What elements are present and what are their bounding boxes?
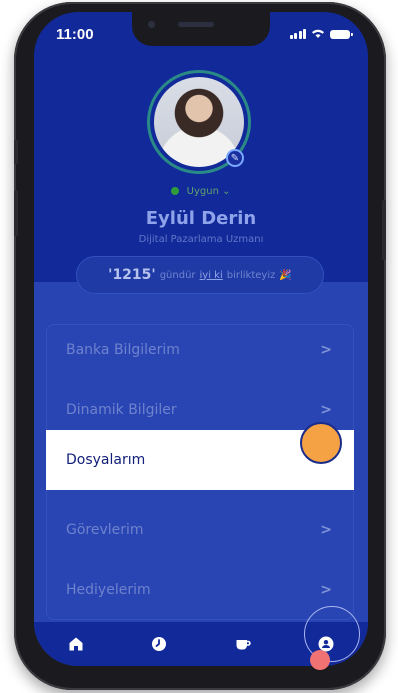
clock-icon bbox=[152, 637, 167, 651]
side-button-power bbox=[382, 200, 386, 260]
status-icons bbox=[289, 28, 353, 39]
side-button-volume bbox=[14, 190, 18, 236]
menu-item-label: Banka Bilgilerim bbox=[66, 342, 180, 358]
menu-item-label: Hediyelerim bbox=[66, 582, 151, 598]
touch-indicator bbox=[300, 422, 342, 464]
status-time: 11:00 bbox=[56, 26, 94, 43]
days-together-banner: '1215' gündür iyi ki birlikteyiz 🎉 bbox=[76, 256, 324, 294]
chevron-right-icon: > bbox=[320, 522, 332, 538]
chevron-right-icon: > bbox=[320, 402, 332, 418]
avatar-ring[interactable]: ✎ bbox=[147, 70, 251, 174]
camera-icon bbox=[148, 21, 155, 28]
speaker-icon bbox=[178, 22, 214, 27]
party-icon: 🎉 bbox=[279, 269, 292, 281]
menu-item-banka-bilgilerim[interactable]: Banka Bilgilerim > bbox=[46, 320, 354, 380]
wifi-icon bbox=[312, 29, 324, 38]
menu-item-hediyelerim[interactable]: Hediyelerim > bbox=[46, 560, 354, 620]
chevron-down-icon: ⌄ bbox=[222, 186, 231, 197]
availability-status[interactable]: Uygun ⌄ bbox=[34, 186, 368, 197]
home-icon bbox=[69, 637, 83, 651]
coffee-icon bbox=[236, 640, 251, 650]
days-link[interactable]: iyi ki bbox=[200, 270, 223, 281]
touch-indicator-secondary bbox=[310, 650, 330, 670]
signal-icon bbox=[289, 29, 306, 39]
menu-item-gorevlerim[interactable]: Görevlerim > bbox=[46, 500, 354, 560]
profile-name: Eylül Derin bbox=[145, 208, 257, 229]
days-text-before: gündür bbox=[159, 269, 196, 281]
days-text-after: birlikteyiz bbox=[226, 269, 276, 281]
nav-clock-button[interactable] bbox=[139, 624, 179, 664]
edit-avatar-icon[interactable]: ✎ bbox=[226, 149, 244, 167]
days-number: '1215' bbox=[108, 267, 156, 283]
status-dot-icon bbox=[171, 187, 180, 195]
screen: 11:00 ✎ Uygun ⌄ Eylül Derin Dijital Paza… bbox=[34, 12, 368, 666]
profile-title: Dijital Pazarlama Uzmanı bbox=[138, 234, 264, 245]
nav-coffee-button[interactable] bbox=[223, 624, 263, 664]
menu-item-label: Dosyalarım bbox=[66, 452, 146, 468]
chevron-right-icon: > bbox=[320, 342, 332, 358]
chevron-right-icon: > bbox=[320, 582, 332, 598]
menu-item-label: Görevlerim bbox=[66, 522, 144, 538]
nav-home-button[interactable] bbox=[56, 624, 96, 664]
notch bbox=[132, 12, 270, 46]
side-button-mute bbox=[14, 140, 18, 164]
menu-item-label: Dinamik Bilgiler bbox=[66, 402, 177, 418]
battery-icon bbox=[330, 30, 353, 39]
availability-label: Uygun bbox=[186, 186, 219, 197]
